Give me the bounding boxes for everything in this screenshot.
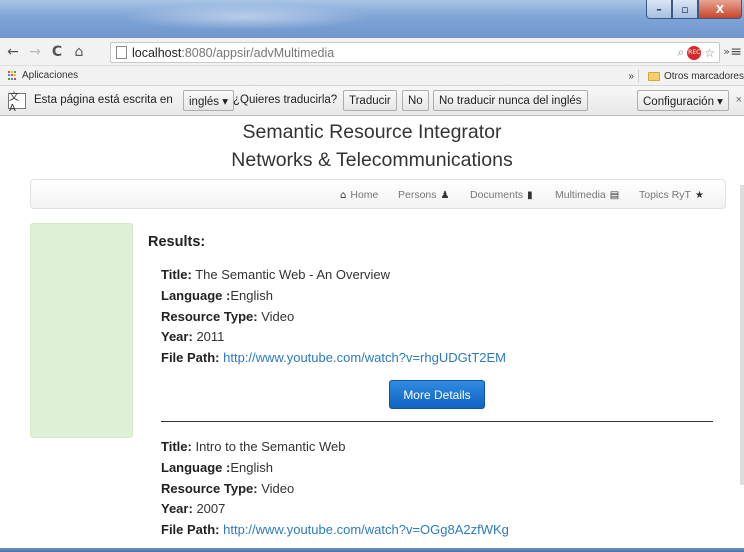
nav-persons-label: Persons <box>398 189 437 201</box>
result-language: English <box>230 287 273 303</box>
user-icon: ♟ <box>440 189 450 201</box>
nav-topics-label: Topics RyT <box>639 189 691 201</box>
menu-icon[interactable]: ≡ <box>730 44 742 60</box>
never-translate-button[interactable]: No traducir nunca del inglés <box>433 90 588 111</box>
translate-question: ¿Quieres traducirla? <box>233 94 338 106</box>
result-title: Intro to the Semantic Web <box>195 439 346 454</box>
result-year: 2011 <box>196 329 225 345</box>
year-label: Year: <box>161 501 193 517</box>
result-language: English <box>230 459 273 475</box>
translate-button[interactable]: Traducir <box>343 90 397 111</box>
translate-message: Esta página está escrita en <box>34 94 173 106</box>
nav-multimedia-label: Multimedia <box>555 189 606 201</box>
results-heading: Results: <box>148 234 206 250</box>
address-host: localhost <box>132 45 182 60</box>
result-type-row: Resource Type: Video <box>161 307 506 328</box>
result-path-row: File Path: http://www.youtube.com/watch?… <box>161 348 506 369</box>
result-title-row: Title: The Semantic Web - An Overview <box>161 265 506 286</box>
result-type-row: Resource Type: Video <box>161 479 509 500</box>
extensions-chevron-icon[interactable]: » <box>723 45 730 58</box>
apps-label: Aplicaciones <box>22 70 79 81</box>
translate-bar: 文A Esta página está escrita en inglés ▾ … <box>0 86 744 116</box>
apps-grid-icon <box>8 70 18 81</box>
more-details-button[interactable]: More Details <box>389 380 485 409</box>
folder-icon <box>647 71 660 81</box>
result-year: 2007 <box>196 501 226 517</box>
apps-shortcut[interactable]: Aplicaciones <box>8 70 78 81</box>
year-label: Year: <box>161 329 193 345</box>
nav-documents-label: Documents <box>470 189 524 201</box>
window-titlebar: – ▫ X <box>0 0 744 38</box>
star-icon[interactable]: ☆ <box>704 46 715 60</box>
result-path-row: File Path: http://www.youtube.com/watch?… <box>161 520 509 541</box>
result-item: Title: The Semantic Web - An Overview La… <box>161 265 506 369</box>
omnibox-actions: ⌕ REC ☆ <box>678 45 715 60</box>
address-path: :8080/appsir/advMultimedia <box>181 45 335 60</box>
file-path-label: File Path: <box>161 522 220 538</box>
result-divider <box>161 421 713 422</box>
address-bar[interactable]: localhost:8080/appsir/advMultimedia ⌕ RE… <box>110 42 720 63</box>
other-bookmarks-label: Otros marcadores <box>663 70 744 82</box>
home-icon: ⌂ <box>340 189 347 201</box>
close-window-button[interactable]: X <box>698 0 742 19</box>
settings-button[interactable]: Configuración ▾ <box>637 90 729 111</box>
language-label: Language : <box>161 459 231 475</box>
search-icon[interactable]: ⌕ <box>678 45 685 60</box>
title-label: Title: <box>161 267 192 282</box>
no-button[interactable]: No <box>402 90 429 111</box>
file-icon: ▮ <box>527 189 533 201</box>
bookmark-divider <box>637 70 644 82</box>
translate-icon: 文A <box>8 92 26 114</box>
result-year-row: Year: 2007 <box>161 499 509 520</box>
result-file-link[interactable]: http://www.youtube.com/watch?v=OGg8A2zfW… <box>223 522 509 537</box>
record-icon[interactable]: REC <box>687 45 702 60</box>
sidebar-panel <box>30 223 133 438</box>
titlebar-glow <box>120 4 370 30</box>
film-icon: ▤ <box>609 189 620 201</box>
result-type: Video <box>261 480 295 496</box>
resource-type-label: Resource Type: <box>161 480 258 496</box>
site-navbar: ⌂ Home Persons ♟ Documents ▮ Multimedia ▤ To… <box>30 179 726 209</box>
close-translate-icon[interactable]: × <box>736 94 742 106</box>
result-type: Video <box>261 308 295 324</box>
site-title-line1: Semantic Resource Integrator <box>242 121 502 143</box>
page-content: Semantic Resource Integrator Networks & … <box>0 117 744 552</box>
nav-home[interactable]: ⌂ Home <box>340 189 378 201</box>
result-title: The Semantic Web - An Overview <box>195 267 391 282</box>
file-path-label: File Path: <box>161 350 220 366</box>
nav-topics[interactable]: Topics RyT ★ <box>639 189 704 201</box>
back-arrow-icon[interactable]: ← <box>4 44 22 60</box>
title-label: Title: <box>161 439 192 454</box>
bookmarks-chevron-icon[interactable]: » <box>628 71 634 82</box>
nav-documents[interactable]: Documents ▮ <box>470 189 533 201</box>
nav-multimedia[interactable]: Multimedia ▤ <box>555 189 619 201</box>
reload-icon[interactable]: C <box>48 44 66 60</box>
result-item: Title: Intro to the Semantic Web Languag… <box>161 437 509 541</box>
nav-home-label: Home <box>350 189 379 201</box>
site-title-line2: Networks & Telecommunications <box>231 149 513 171</box>
forward-arrow-icon[interactable]: → <box>26 44 44 60</box>
result-year-row: Year: 2011 <box>161 327 506 348</box>
page-scrollbar[interactable] <box>740 185 744 485</box>
language-label: Language : <box>161 287 231 303</box>
window-controls: – ▫ X <box>646 0 742 20</box>
home-icon[interactable]: ⌂ <box>70 44 88 60</box>
language-select[interactable]: inglés ▾ <box>183 90 235 111</box>
nav-persons[interactable]: Persons ♟ <box>398 189 450 201</box>
result-title-row: Title: Intro to the Semantic Web <box>161 437 509 458</box>
browser-toolbar: ← → C ⌂ localhost:8080/appsir/advMultime… <box>0 38 744 66</box>
maximize-button[interactable]: ▫ <box>672 0 698 19</box>
bookmarks-bar: Aplicaciones » Otros marcadores <box>0 66 744 86</box>
window-bottom-edge <box>0 548 744 552</box>
result-language-row: Language :English <box>161 458 509 479</box>
minimize-button[interactable]: – <box>646 0 672 19</box>
resource-type-label: Resource Type: <box>161 308 258 324</box>
result-language-row: Language :English <box>161 286 506 307</box>
result-file-link[interactable]: http://www.youtube.com/watch?v=rhgUDGtT2… <box>223 350 506 365</box>
page-icon <box>116 46 127 59</box>
star-icon: ★ <box>694 189 704 201</box>
other-bookmarks[interactable]: » Otros marcadores <box>628 70 744 82</box>
